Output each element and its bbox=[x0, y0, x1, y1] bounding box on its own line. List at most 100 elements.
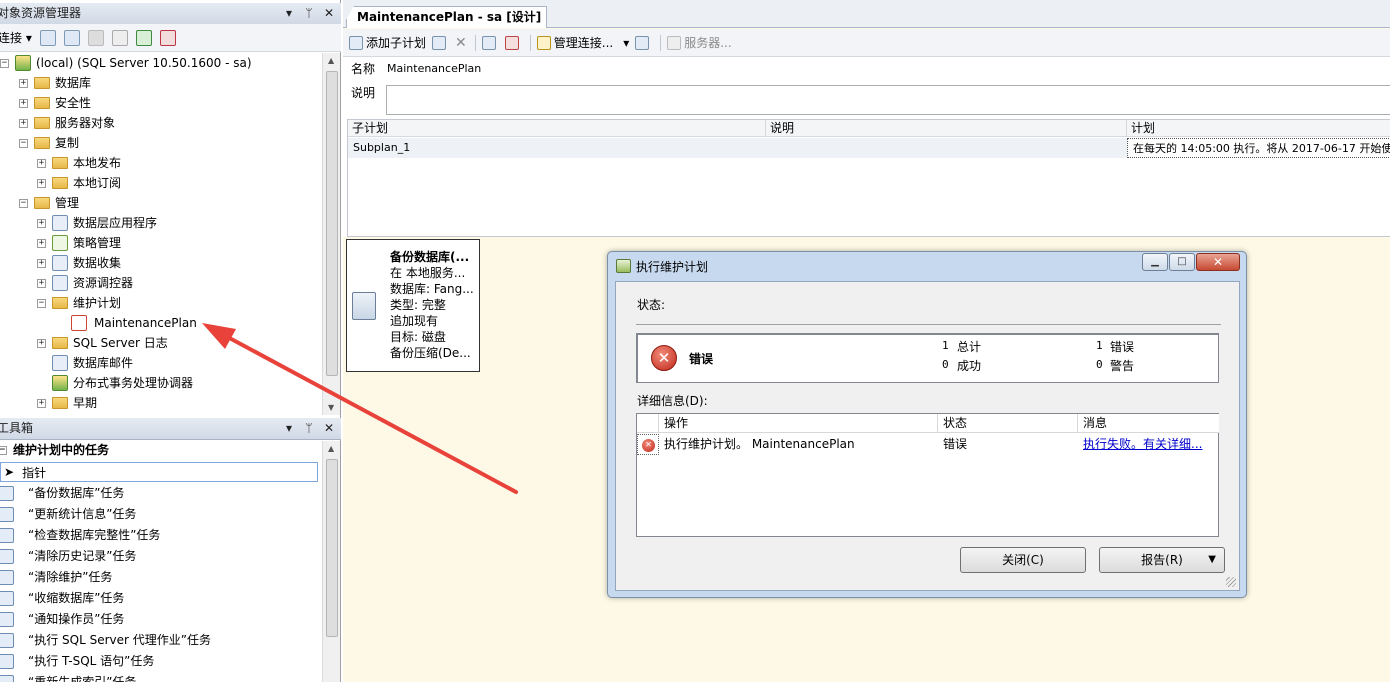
tree-item-databases[interactable]: + 数据库 bbox=[19, 73, 91, 93]
dropdown-arrow-icon: ▼ bbox=[1208, 554, 1216, 565]
tree-item-local-publications[interactable]: + 本地发布 bbox=[37, 153, 121, 173]
tree-item-legacy[interactable]: + 早期 bbox=[37, 393, 97, 413]
minimize-button[interactable]: ▁ bbox=[1142, 253, 1168, 271]
cell-action: 执行维护计划。 MaintenancePlan bbox=[659, 434, 938, 455]
tree-item-dtc[interactable]: 分布式事务处理协调器 bbox=[37, 373, 193, 393]
dropdown-icon[interactable]: ▾ bbox=[283, 418, 295, 439]
description-field[interactable] bbox=[386, 85, 1390, 115]
policy-icon bbox=[52, 235, 68, 251]
scroll-thumb[interactable] bbox=[326, 459, 338, 637]
close-icon[interactable]: ✕ bbox=[323, 418, 335, 439]
tree-item-maintenance-plans[interactable]: − 维护计划 bbox=[37, 293, 121, 313]
maximize-button[interactable]: □ bbox=[1169, 253, 1195, 271]
table-row[interactable]: Subplan_1 在每天的 14:05:00 执行。将从 2017-06-17… bbox=[348, 138, 1390, 158]
report-label: 报告(R) bbox=[1141, 553, 1183, 567]
toolbox-item[interactable]: “检查数据库完整性”任务 bbox=[0, 525, 160, 546]
toolbox-item[interactable]: “更新统计信息”任务 bbox=[0, 504, 136, 525]
column-header-status[interactable]: 状态 bbox=[938, 414, 1078, 433]
object-explorer-titlebar: 对象资源管理器 ▾ ᛘ ✕ bbox=[0, 3, 341, 25]
backup-database-task[interactable]: 备份数据库(... 在 本地服务... 数据库: Fang... 类型: 完整 … bbox=[346, 239, 480, 372]
activity-monitor-icon[interactable] bbox=[159, 29, 176, 46]
designer-toolbar: 添加子计划 ✕ 管理连接... ▾ 服务器... bbox=[343, 29, 1390, 57]
tree-item-policy-management[interactable]: + 策略管理 bbox=[37, 233, 121, 253]
tree-label: 维护计划 bbox=[73, 296, 122, 310]
task-line: 目标: 磁盘 bbox=[390, 330, 446, 344]
task-line: 备份压缩(De... bbox=[390, 346, 471, 360]
close-icon[interactable]: ✕ bbox=[323, 3, 335, 24]
connect-icon[interactable] bbox=[39, 29, 56, 46]
toolbox-section-header[interactable]: − 维护计划中的任务 bbox=[0, 440, 109, 460]
toolbox-item[interactable]: “备份数据库”任务 bbox=[0, 483, 124, 504]
action-text: 执行维护计划。 MaintenancePlan bbox=[664, 437, 855, 451]
column-header-description[interactable]: 说明 bbox=[766, 120, 1127, 137]
toolbox-item-pointer[interactable]: ➤ 指针 bbox=[0, 462, 318, 482]
cell-schedule[interactable]: 在每天的 14:05:00 执行。将从 2017-06-17 开始使 bbox=[1127, 138, 1390, 158]
remove-schedule-icon bbox=[504, 35, 519, 50]
toolbox-item[interactable]: “执行 SQL Server 代理作业”任务 bbox=[0, 630, 211, 651]
column-header-message[interactable]: 消息 bbox=[1078, 414, 1219, 433]
toolbox-scrollbar[interactable]: ▲ bbox=[322, 441, 340, 682]
delete-subplan-button[interactable]: ✕ bbox=[455, 35, 467, 51]
report-button[interactable]: 报告(R) ▼ bbox=[1099, 547, 1225, 573]
tree-item-security[interactable]: + 安全性 bbox=[19, 93, 91, 113]
resize-grip[interactable] bbox=[1226, 577, 1236, 587]
task-line: 类型: 完整 bbox=[390, 298, 446, 312]
tree-item-sql-server-logs[interactable]: + SQL Server 日志 bbox=[37, 333, 168, 353]
close-window-button[interactable]: ✕ bbox=[1196, 253, 1240, 271]
toolbox-item[interactable]: “清除历史记录”任务 bbox=[0, 546, 136, 567]
tree-item-local-subscriptions[interactable]: + 本地订阅 bbox=[37, 173, 121, 193]
refresh-icon[interactable] bbox=[135, 29, 152, 46]
remove-schedule-button[interactable] bbox=[504, 35, 522, 50]
tree-item-management[interactable]: − 管理 bbox=[19, 193, 79, 213]
grid-icon bbox=[481, 35, 496, 50]
execute-maintenance-plan-dialog: 执行维护计划 ▁ □ ✕ 状态: ✕ 错误 1 总计 0 成功 1 错误 0 警… bbox=[607, 251, 1247, 598]
toolbox-item[interactable]: “收缩数据库”任务 bbox=[0, 588, 124, 609]
folder-icon bbox=[52, 297, 68, 309]
dialog-titlebar[interactable]: 执行维护计划 ▁ □ ✕ bbox=[608, 252, 1246, 280]
error-details-link[interactable]: 执行失败。有关详细... bbox=[1078, 434, 1219, 455]
tree-item-database-mail[interactable]: 数据库邮件 bbox=[37, 353, 133, 373]
folder-icon bbox=[34, 137, 50, 149]
column-header-schedule[interactable]: 计划 bbox=[1127, 120, 1390, 137]
tree-item-replication[interactable]: − 复制 bbox=[19, 133, 79, 153]
tree-item-maintenance-plan[interactable]: MaintenancePlan bbox=[56, 313, 199, 333]
column-header-action[interactable]: 操作 bbox=[659, 414, 938, 433]
edit-subplan-button[interactable] bbox=[432, 35, 449, 50]
tab-maintenance-plan-design[interactable]: MaintenancePlan - sa [设计] bbox=[346, 6, 548, 28]
disconnect-icon[interactable] bbox=[63, 29, 80, 46]
close-button[interactable]: 关闭(C) bbox=[960, 547, 1086, 573]
toolbox-item[interactable]: “通知操作员”任务 bbox=[0, 609, 124, 630]
tree-item-data-tier-apps[interactable]: + 数据层应用程序 bbox=[37, 213, 157, 233]
scroll-thumb[interactable] bbox=[326, 71, 338, 376]
maintenance-plan-icon bbox=[616, 259, 631, 273]
connect-button[interactable]: 连接 ▾ bbox=[0, 29, 32, 46]
add-subplan-button[interactable]: 添加子计划 bbox=[349, 34, 426, 51]
tree-item-server-objects[interactable]: + 服务器对象 bbox=[19, 113, 115, 133]
pointer-icon: ➤ bbox=[4, 465, 15, 479]
filter-icon[interactable] bbox=[111, 29, 128, 46]
toolbox-title: 工具箱 bbox=[0, 421, 34, 435]
name-field[interactable]: MaintenancePlan bbox=[387, 58, 481, 80]
tree-server-node[interactable]: − (local) (SQL Server 10.50.1600 - sa) bbox=[0, 53, 252, 73]
pin-icon[interactable]: ᛘ bbox=[303, 3, 315, 24]
stop-icon[interactable] bbox=[87, 29, 104, 46]
dropdown-icon[interactable]: ▾ bbox=[283, 3, 295, 24]
logging-button[interactable] bbox=[635, 35, 652, 50]
servers-button[interactable]: 服务器... bbox=[667, 34, 732, 51]
folder-icon bbox=[52, 177, 68, 189]
schedule-button[interactable] bbox=[481, 35, 499, 50]
object-tree-scrollbar[interactable]: ▲ ▼ bbox=[322, 53, 340, 415]
toolbox-item[interactable]: “重新生成索引”任务 bbox=[0, 672, 136, 682]
cell-subplan[interactable]: Subplan_1 bbox=[348, 138, 766, 158]
toolbox-item[interactable]: “执行 T-SQL 语句”任务 bbox=[0, 651, 154, 672]
toolbox-item[interactable]: “清除维护”任务 bbox=[0, 567, 112, 588]
table-row[interactable]: ✕ 执行维护计划。 MaintenancePlan 错误 执行失败。有关详细..… bbox=[637, 434, 1218, 455]
tree-item-resource-governor[interactable]: + 资源调控器 bbox=[37, 273, 133, 293]
column-header-subplan[interactable]: 子计划 bbox=[348, 120, 766, 137]
cell-description[interactable] bbox=[766, 138, 1127, 158]
tree-label: 数据收集 bbox=[73, 256, 122, 270]
tree-item-data-collection[interactable]: + 数据收集 bbox=[37, 253, 121, 273]
manage-connections-button[interactable]: 管理连接... ▾ bbox=[536, 34, 629, 51]
resource-governor-icon bbox=[52, 275, 68, 291]
pin-icon[interactable]: ᛘ bbox=[303, 418, 315, 439]
